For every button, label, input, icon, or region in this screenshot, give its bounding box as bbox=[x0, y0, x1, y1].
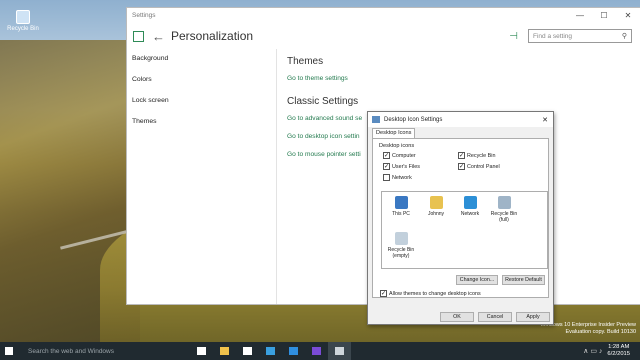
close-button[interactable]: ✕ bbox=[616, 11, 640, 20]
sidebar-item-colors[interactable]: Colors bbox=[127, 70, 276, 91]
icon-list: This PC Johnny Network Recycle Bin (full… bbox=[381, 191, 548, 269]
icon-label: This PC bbox=[392, 211, 410, 217]
ok-button[interactable]: OK bbox=[440, 312, 474, 322]
checkbox-computer[interactable]: ✓ Computer bbox=[383, 152, 416, 159]
icon-label: Recycle Bin (full) bbox=[490, 211, 518, 223]
settings-taskbar-button[interactable] bbox=[328, 342, 351, 360]
watermark-line1: Windows 10 Enterprise Insider Preview bbox=[540, 322, 636, 328]
windows-logo-icon bbox=[5, 347, 13, 355]
search-input[interactable]: Find a setting ⚲ bbox=[528, 29, 632, 43]
recycle-bin-label: Recycle Bin bbox=[7, 26, 39, 32]
recycle-bin-icon bbox=[16, 10, 30, 24]
tab-desktop-icons[interactable]: Desktop Icons bbox=[372, 128, 416, 138]
classic-settings-heading: Classic Settings bbox=[287, 96, 359, 107]
change-icon-button[interactable]: Change Icon... bbox=[456, 275, 498, 285]
search-placeholder: Find a setting bbox=[533, 32, 573, 40]
checkbox-label: Network bbox=[392, 174, 412, 181]
apply-button[interactable]: Apply bbox=[516, 312, 550, 322]
sidebar-item-lock-screen[interactable]: Lock screen bbox=[127, 91, 276, 112]
settings-titlebar[interactable]: Settings — ☐ ✕ bbox=[127, 8, 640, 23]
clock-time: 1:28 AM bbox=[608, 344, 630, 350]
checkbox-mark: ✓ bbox=[458, 152, 465, 159]
clock-date: 6/2/2015 bbox=[607, 351, 630, 357]
icon-item-recycle-empty[interactable]: Recycle Bin (empty) bbox=[385, 232, 417, 259]
dialog-titlebar[interactable]: Desktop Icon Settings ✕ bbox=[368, 112, 553, 127]
file-explorer-button[interactable] bbox=[213, 342, 236, 360]
store-button[interactable] bbox=[236, 342, 259, 360]
media-icon bbox=[312, 347, 321, 355]
clock[interactable]: 1:28 AM 6/2/2015 bbox=[607, 344, 630, 358]
minimize-button[interactable]: — bbox=[568, 11, 592, 20]
dialog-title: Desktop Icon Settings bbox=[384, 116, 443, 123]
checkbox-label: Allow themes to change desktop icons bbox=[389, 290, 481, 297]
system-tray: ∧ ▭ ♪ 1:28 AM 6/2/2015 bbox=[583, 344, 640, 358]
sidebar-item-background[interactable]: Background bbox=[127, 49, 276, 70]
dialog-close-button[interactable]: ✕ bbox=[542, 116, 548, 124]
checkbox-recycle-bin[interactable]: ✓ Recycle Bin bbox=[458, 152, 495, 159]
checkbox-label: Recycle Bin bbox=[467, 152, 496, 159]
mail-button[interactable] bbox=[259, 342, 282, 360]
this-pc-icon bbox=[394, 196, 408, 209]
sidebar-item-themes[interactable]: Themes bbox=[127, 112, 276, 133]
tray-icons[interactable]: ∧ ▭ ♪ bbox=[583, 347, 602, 355]
file-explorer-icon bbox=[220, 347, 229, 355]
checkbox-mark: ✓ bbox=[383, 163, 390, 170]
icon-item-johnny[interactable]: Johnny bbox=[420, 196, 452, 217]
settings-sidebar: Background Colors Lock screen Themes bbox=[127, 49, 277, 304]
page-title: Personalization bbox=[171, 29, 254, 43]
restore-default-button[interactable]: Restore Default bbox=[502, 275, 545, 285]
icon-item-this-pc[interactable]: This PC bbox=[385, 196, 417, 217]
checkbox-mark: ✓ bbox=[383, 152, 390, 159]
edge-button[interactable] bbox=[282, 342, 305, 360]
checkbox-label: Computer bbox=[392, 152, 416, 159]
checkbox-mark bbox=[383, 174, 390, 181]
media-button[interactable] bbox=[305, 342, 328, 360]
group-label: Desktop icons bbox=[379, 143, 415, 149]
pin-icon[interactable]: ⊣ bbox=[509, 31, 518, 42]
store-icon bbox=[243, 347, 252, 355]
edge-icon bbox=[289, 347, 298, 355]
settings-window-title: Settings bbox=[132, 12, 156, 19]
recycle-bin-full-icon bbox=[497, 196, 511, 209]
icon-item-network[interactable]: Network bbox=[454, 196, 486, 217]
mail-icon bbox=[266, 347, 275, 355]
back-button[interactable]: ← bbox=[152, 29, 165, 44]
cancel-button[interactable]: Cancel bbox=[478, 312, 512, 322]
start-button[interactable] bbox=[0, 347, 18, 355]
settings-app-icon bbox=[335, 347, 344, 355]
checkbox-allow-themes[interactable]: ✓ Allow themes to change desktop icons bbox=[380, 290, 481, 297]
desktop-icons-panel: Desktop icons ✓ Computer ✓ Recycle Bin ✓… bbox=[372, 138, 549, 298]
recycle-bin-empty-icon bbox=[394, 232, 408, 245]
themes-heading: Themes bbox=[287, 56, 324, 67]
taskbar: Search the web and Windows ∧ ▭ ♪ 1:28 AM… bbox=[0, 342, 640, 360]
settings-header: ← Personalization ⊣ Find a setting ⚲ bbox=[127, 23, 640, 49]
user-folder-icon bbox=[429, 196, 443, 209]
checkbox-mark: ✓ bbox=[458, 163, 465, 170]
checkbox-label: User's Files bbox=[392, 163, 420, 170]
checkbox-network[interactable]: Network bbox=[383, 174, 412, 181]
theme-settings-link[interactable]: Go to theme settings bbox=[287, 75, 640, 82]
taskbar-search-placeholder: Search the web and Windows bbox=[28, 347, 114, 355]
icon-item-recycle-full[interactable]: Recycle Bin (full) bbox=[488, 196, 520, 223]
checkbox-mark: ✓ bbox=[380, 290, 387, 297]
taskbar-search-box[interactable]: Search the web and Windows bbox=[18, 342, 168, 360]
desktop-icon-settings-dialog: Desktop Icon Settings ✕ Desktop Icons De… bbox=[367, 111, 554, 325]
search-icon[interactable]: ⚲ bbox=[622, 32, 627, 40]
build-watermark: Windows 10 Enterprise Insider Preview Ev… bbox=[540, 322, 636, 336]
checkbox-control-panel[interactable]: ✓ Control Panel bbox=[458, 163, 500, 170]
desktop-settings-icon bbox=[372, 116, 380, 123]
personalization-icon bbox=[133, 30, 144, 42]
taskbar-apps bbox=[190, 342, 351, 360]
icon-label: Recycle Bin (empty) bbox=[387, 247, 415, 259]
task-view-button[interactable] bbox=[190, 342, 213, 360]
task-view-icon bbox=[197, 347, 206, 355]
maximize-button[interactable]: ☐ bbox=[592, 11, 616, 20]
checkbox-label: Control Panel bbox=[467, 163, 500, 170]
watermark-line2: Evaluation copy. Build 10130 bbox=[565, 329, 636, 335]
checkbox-users-files[interactable]: ✓ User's Files bbox=[383, 163, 420, 170]
desktop-recycle-bin[interactable]: Recycle Bin bbox=[3, 10, 43, 32]
icon-label: Network bbox=[460, 211, 480, 217]
icon-label: Johnny bbox=[427, 211, 445, 217]
network-icon bbox=[463, 196, 477, 209]
